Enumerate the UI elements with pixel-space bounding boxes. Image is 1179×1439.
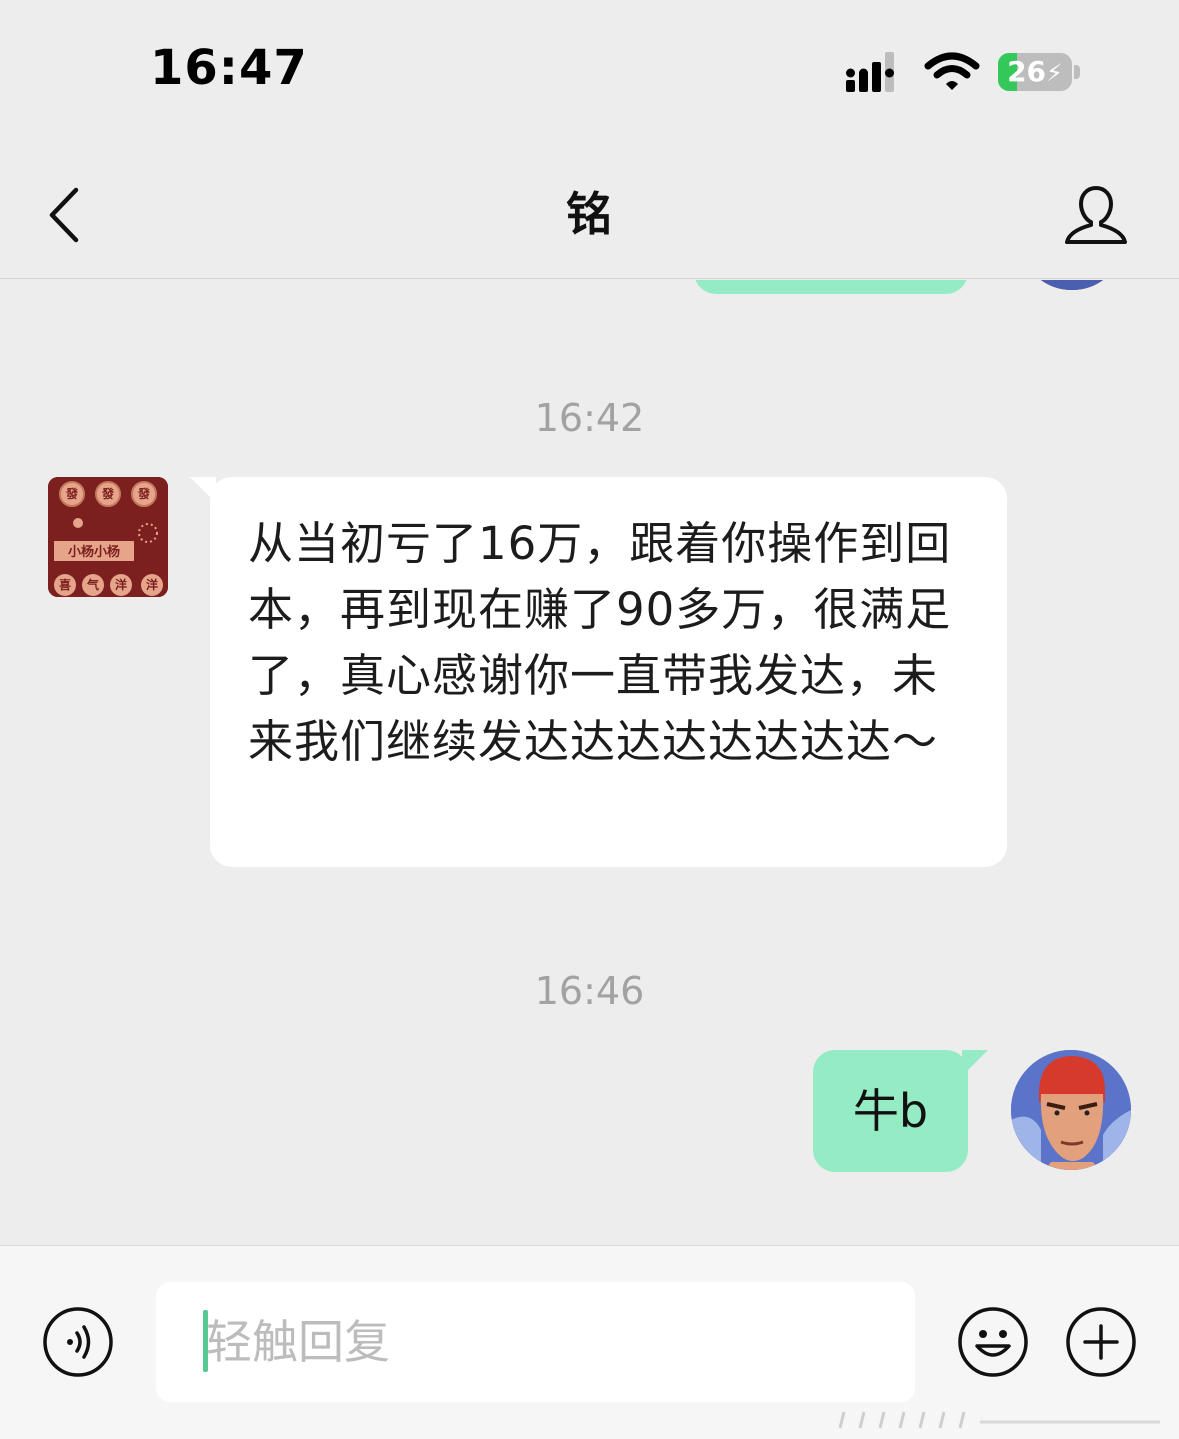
logo-char: 洋: [146, 577, 158, 592]
input-bar: [0, 1245, 1179, 1439]
my-avatar[interactable]: [1011, 1050, 1131, 1170]
text-cursor: [203, 1310, 208, 1372]
sent-message-text: 牛b: [852, 1084, 929, 1138]
voice-icon: [43, 1307, 113, 1377]
timestamp: 16:42: [534, 396, 645, 440]
battery-indicator: 26⚡︎: [998, 53, 1082, 93]
contact-avatar[interactable]: 發 發 發 小杨小杨 喜 气 洋 洋: [48, 477, 168, 597]
voice-button[interactable]: [42, 1306, 114, 1378]
timestamp: 16:46: [534, 969, 645, 1013]
message-input[interactable]: [156, 1282, 915, 1402]
bolt-icon: ⚡︎: [1046, 59, 1063, 87]
chevron-left-icon: [49, 187, 79, 243]
previous-avatar[interactable]: [1025, 280, 1119, 290]
chat-title: 铭: [566, 187, 612, 241]
battery-level: 26⚡︎: [1007, 55, 1063, 88]
logo-text: 小杨小杨: [68, 544, 120, 560]
logo-char: 喜: [59, 577, 71, 592]
previous-sent-bubble[interactable]: [694, 280, 968, 294]
my-avatar-image: [1011, 1050, 1131, 1170]
person-icon: [1065, 186, 1127, 244]
contact-avatar-image: 發 發 發 小杨小杨 喜 气 洋 洋: [48, 477, 168, 597]
received-message-bubble[interactable]: 从当初亏了16万，跟着你操作到回本，再到现在赚了90多万，很满足了，真心感谢你一…: [190, 477, 1007, 867]
emoji-icon: [958, 1307, 1028, 1377]
cellular-signal-icon: [846, 52, 894, 92]
emoji-button[interactable]: [957, 1306, 1029, 1378]
watermark: [838, 1411, 1160, 1429]
back-button[interactable]: [30, 180, 100, 250]
logo-char: 气: [86, 577, 99, 592]
profile-button[interactable]: [1060, 180, 1132, 252]
logo-char: 洋: [115, 577, 127, 592]
status-bar: 16:47 26⚡︎: [0, 0, 1179, 140]
more-button[interactable]: [1065, 1306, 1137, 1378]
wifi-icon: [924, 52, 980, 90]
logo-char: 發: [101, 486, 115, 501]
chat-messages[interactable]: 16:42 發 發 發 小杨小杨 喜 气 洋 洋 从当初亏了16万，跟着你操作到…: [0, 280, 1179, 1245]
plus-icon: [1066, 1307, 1136, 1377]
logo-char: 發: [137, 486, 151, 501]
logo-char: 發: [65, 486, 79, 501]
status-time: 16:47: [150, 40, 308, 96]
received-message-text: 从当初亏了16万，跟着你操作到回本，再到现在赚了90多万，很满足了，真心感谢你一…: [248, 517, 952, 768]
sent-message-bubble[interactable]: 牛b: [813, 1050, 988, 1172]
chat-header: 铭: [0, 140, 1179, 279]
